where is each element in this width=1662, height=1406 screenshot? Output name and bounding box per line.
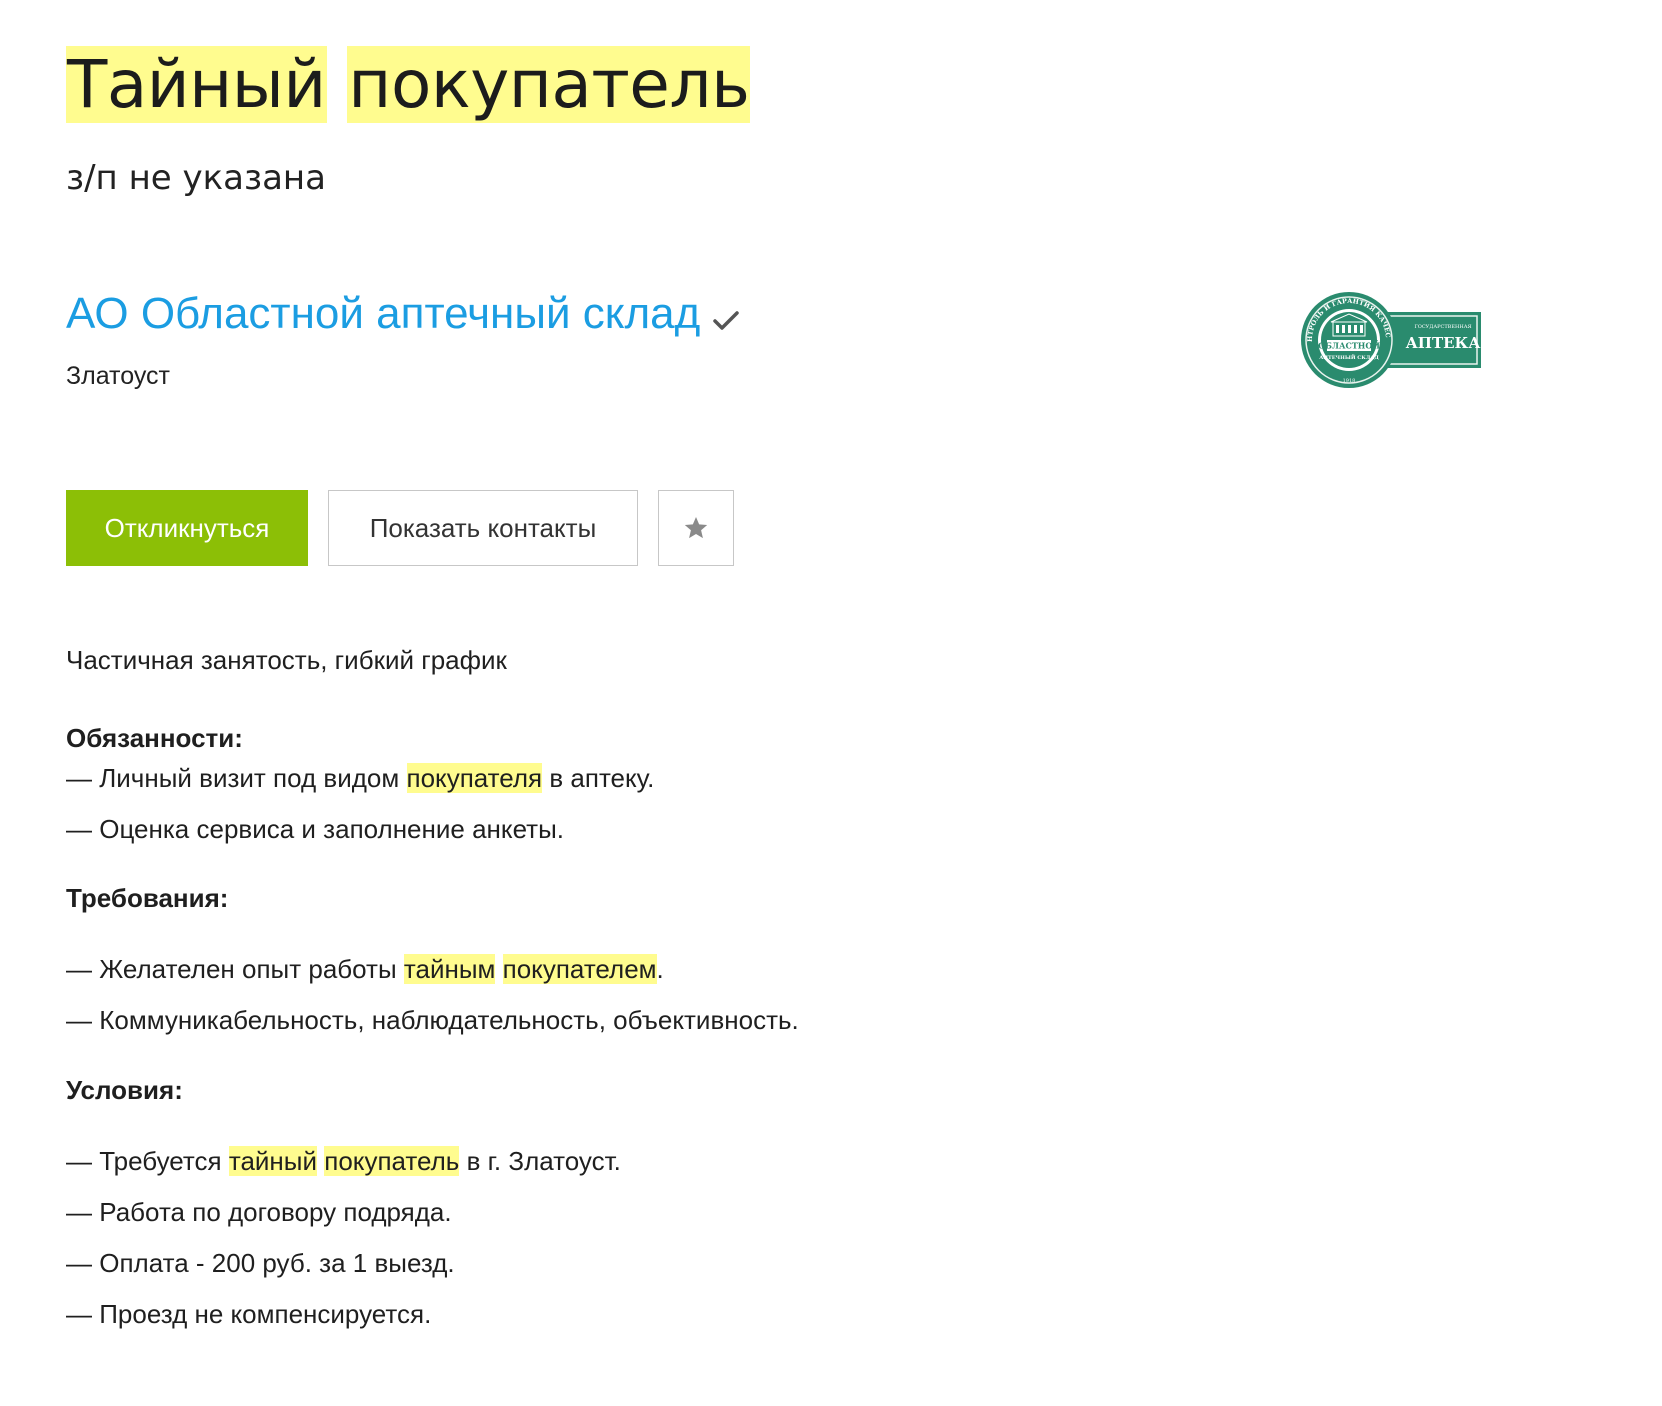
- requirement-item: — Желателен опыт работы тайным покупател…: [66, 954, 664, 984]
- duty-item: — Личный визит под видом покупателя в ап…: [66, 763, 655, 793]
- svg-text:1918: 1918: [1343, 378, 1356, 384]
- company-logo: ГОСУДАРСТВЕННАЯ АПТЕКА КОНТРОЛЬ И ГАРАНТ…: [1293, 290, 1482, 388]
- requirement-item: — Коммуникабельность, наблюдательность, …: [66, 1005, 799, 1035]
- conditions-heading: Условия:: [66, 1075, 183, 1105]
- verified-check-icon: [713, 311, 740, 330]
- condition-item: — Требуется тайный покупатель в г. Злато…: [66, 1146, 621, 1176]
- title-word-highlight: Тайный: [66, 46, 327, 123]
- title-word-highlight: покупатель: [347, 46, 751, 123]
- company-city: Златоуст: [66, 362, 171, 390]
- svg-text:АПТЕЧНЫЙ СКЛАД: АПТЕЧНЫЙ СКЛАД: [1319, 353, 1379, 361]
- favorite-button[interactable]: [658, 490, 734, 566]
- svg-text:АПТЕКА: АПТЕКА: [1406, 334, 1482, 352]
- vacancy-title: Тайный покупатель: [66, 42, 751, 128]
- company-row: АО Областной аптечный склад: [66, 286, 742, 342]
- duty-item: — Оценка сервиса и заполнение анкеты.: [66, 814, 564, 844]
- svg-text:ОБЛАСТНОЙ: ОБЛАСТНОЙ: [1318, 341, 1380, 351]
- requirements-heading: Требования:: [66, 883, 229, 913]
- salary-label: з/п не указана: [66, 158, 326, 198]
- condition-item: — Оплата - 200 руб. за 1 выезд.: [66, 1248, 455, 1278]
- respond-button[interactable]: Откликнуться: [66, 490, 308, 566]
- condition-item: — Проезд не компенсируется.: [66, 1299, 432, 1329]
- condition-item: — Работа по договору подряда.: [66, 1197, 452, 1227]
- action-buttons: Откликнуться Показать контакты: [66, 490, 734, 566]
- star-icon: [684, 516, 708, 539]
- employment-type: Частичная занятость, гибкий график: [66, 645, 507, 675]
- svg-text:ГОСУДАРСТВЕННАЯ: ГОСУДАРСТВЕННАЯ: [1414, 324, 1471, 330]
- company-link[interactable]: АО Областной аптечный склад: [66, 286, 700, 342]
- duties-heading: Обязанности:: [66, 723, 243, 753]
- show-contacts-button[interactable]: Показать контакты: [328, 490, 638, 566]
